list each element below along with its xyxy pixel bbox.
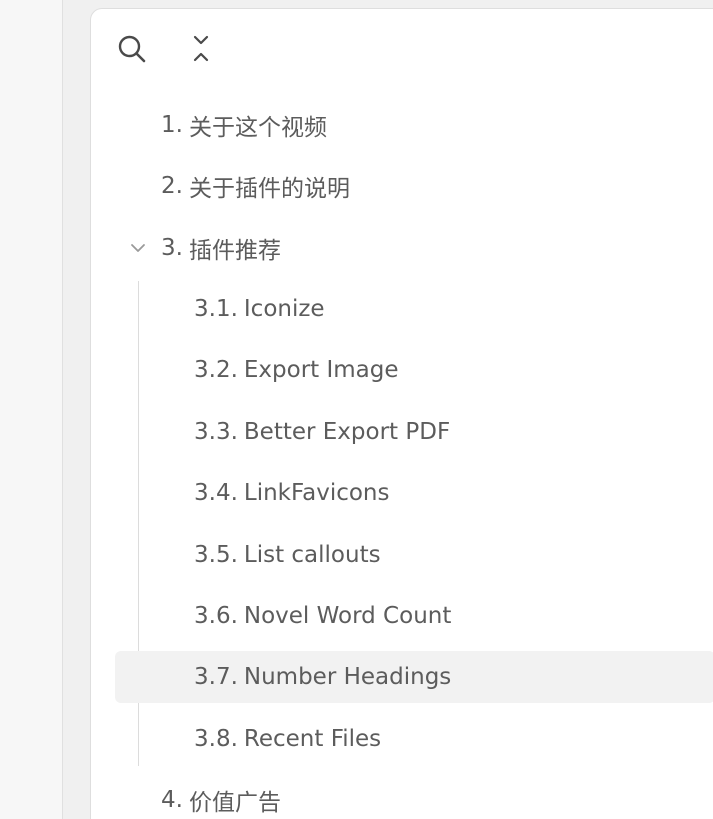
- outline-item-label: List callouts: [243, 542, 381, 568]
- search-button[interactable]: [116, 33, 148, 65]
- outline-item-label: Recent Files: [243, 726, 382, 752]
- outline-item-label: Better Export PDF: [243, 419, 451, 445]
- outline-item-3-7[interactable]: 3.7. Number Headings: [115, 651, 713, 703]
- outline-item-number: 2.: [161, 173, 183, 199]
- outline-item-number: 4.: [161, 787, 183, 813]
- outline-item-label: 关于插件的说明: [188, 176, 350, 202]
- outline-item-3-2[interactable]: 3.2. Export Image: [194, 344, 399, 396]
- outline-item-number: 3.3.: [194, 419, 238, 445]
- expand-toggle[interactable]: [128, 238, 148, 258]
- outline-item-number: 3.2.: [194, 357, 238, 383]
- outline-item-number: 3.5.: [194, 542, 238, 568]
- left-sidebar: [0, 0, 62, 819]
- outline-item-number: 3.1.: [194, 296, 238, 322]
- outline-item-3-5[interactable]: 3.5. List callouts: [194, 529, 381, 581]
- outline-item-number: 3.6.: [194, 603, 238, 629]
- outline-item-2[interactable]: 2. 关于插件的说明: [161, 160, 350, 212]
- collapse-all-button[interactable]: [185, 33, 217, 65]
- outline-item-1[interactable]: 1. 关于这个视频: [161, 99, 327, 151]
- outline-item-3-1[interactable]: 3.1. Iconize: [194, 283, 325, 335]
- outline-item-number: 3.4.: [194, 480, 238, 506]
- outline-item-label: 关于这个视频: [188, 115, 327, 141]
- outline-item-3-4[interactable]: 3.4. LinkFavicons: [194, 467, 389, 519]
- outline-item-label: Novel Word Count: [243, 603, 452, 629]
- outline-item-label: 价值广告: [188, 790, 281, 816]
- app-window: 1. 关于这个视频 2. 关于插件的说明 3. 插件推荐 3.1. Iconiz…: [0, 0, 713, 819]
- collapse-all-icon: [193, 35, 209, 62]
- outline-item-label: Iconize: [243, 296, 325, 322]
- outline-item-3-8[interactable]: 3.8. Recent Files: [194, 713, 381, 765]
- outline-item-4[interactable]: 4. 价值广告: [161, 774, 281, 819]
- outline-item-3-6[interactable]: 3.6. Novel Word Count: [194, 590, 451, 642]
- outline-item-label: LinkFavicons: [243, 480, 390, 506]
- outline-panel: 1. 关于这个视频 2. 关于插件的说明 3. 插件推荐 3.1. Iconiz…: [90, 8, 713, 819]
- outline-item-label: Number Headings: [243, 664, 452, 690]
- outline-item-number: 3.: [161, 235, 183, 261]
- outline-item-number: 3.8.: [194, 726, 238, 752]
- sidebar-divider: [62, 0, 63, 819]
- outline-item-label: Export Image: [243, 357, 399, 383]
- search-icon: [118, 35, 146, 63]
- outline-item-number: 3.7.: [194, 664, 238, 690]
- outline-toolbar: [91, 9, 713, 89]
- outline-item-number: 1.: [161, 112, 183, 138]
- outline-item-3-3[interactable]: 3.3. Better Export PDF: [194, 406, 450, 458]
- outline-item-label: 插件推荐: [188, 238, 281, 264]
- outline-item-3[interactable]: 3. 插件推荐: [161, 222, 281, 274]
- chevron-down-icon: [131, 244, 145, 252]
